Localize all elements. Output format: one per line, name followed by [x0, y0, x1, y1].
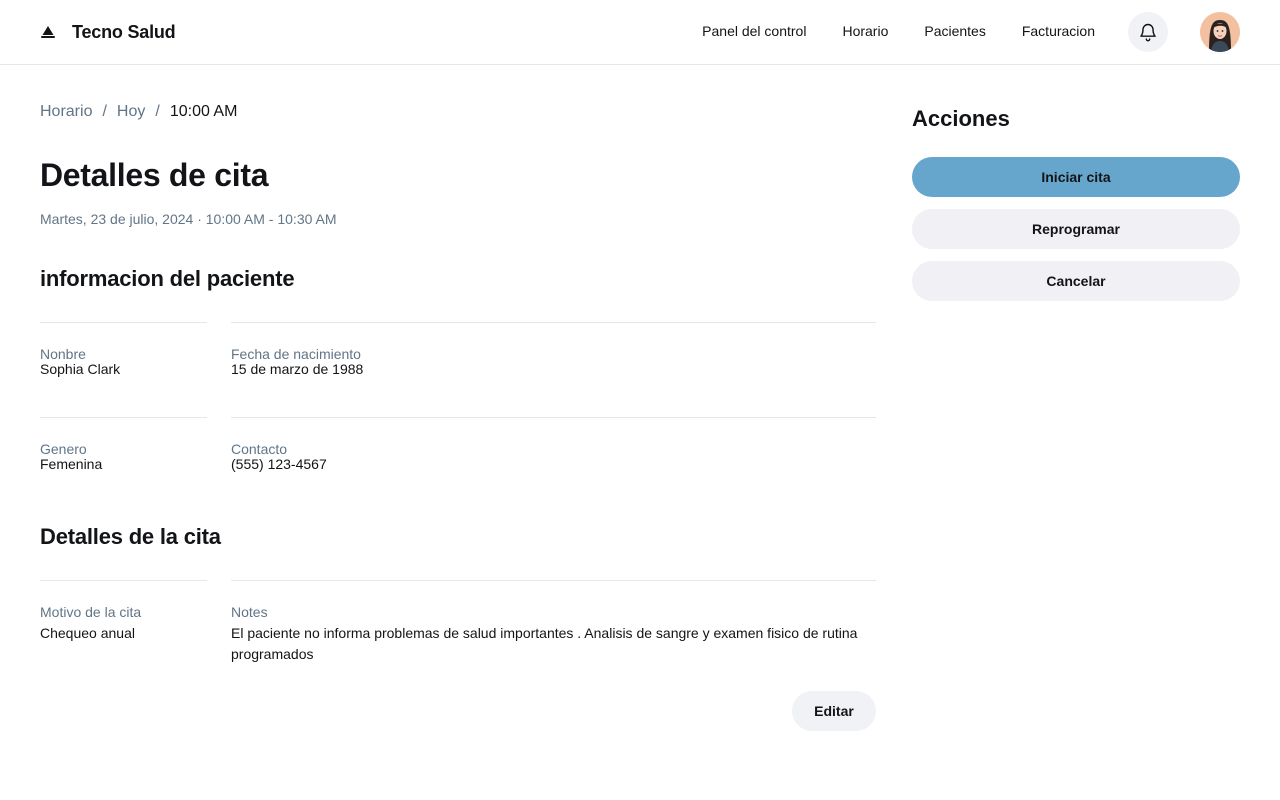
reason-label: Motivo de la cita — [40, 604, 142, 620]
actions-title: Acciones — [912, 106, 1010, 131]
birthdate-value: 15 de marzo de 1988 — [231, 361, 364, 377]
contact-label: Contacto — [231, 441, 288, 457]
gender-label: Genero — [40, 441, 87, 457]
nav-item-panel-del-control[interactable]: Panel del control — [702, 23, 806, 39]
breadcrumb-current: 10:00 AM — [169, 103, 238, 120]
notifications-button[interactable] — [1128, 12, 1168, 52]
bell-icon — [1140, 23, 1156, 42]
notes-value: El paciente no informa problemas de salu… — [231, 625, 858, 662]
brand[interactable]: Tecno Salud — [40, 20, 176, 44]
breadcrumb-separator: / — [102, 103, 107, 120]
reason-value: Chequeo anual — [40, 625, 135, 641]
notes-label: Notes — [231, 604, 268, 620]
brand-name: Tecno Salud — [72, 21, 176, 42]
divider — [40, 580, 207, 581]
gender-value: Femenina — [40, 456, 103, 472]
patient-info-title: informacion del paciente — [40, 266, 295, 291]
divider — [40, 322, 207, 323]
divider — [231, 417, 876, 418]
breadcrumb-horario[interactable]: Horario — [40, 103, 92, 121]
nav-item-facturacion[interactable]: Facturacion — [1022, 23, 1095, 39]
divider — [231, 322, 876, 323]
breadcrumb: Horario / Hoy / 10:00 AM — [40, 103, 237, 121]
breadcrumb-hoy[interactable]: Hoy — [117, 103, 145, 121]
breadcrumb-separator: / — [155, 103, 160, 120]
appointment-details-title: Detalles de la cita — [40, 524, 221, 549]
edit-button[interactable]: Editar — [792, 691, 876, 731]
start-appointment-button[interactable]: Iniciar cita — [912, 157, 1240, 197]
name-value: Sophia Clark — [40, 361, 121, 377]
nav-item-pacientes[interactable]: Pacientes — [924, 23, 985, 39]
page-title: Detalles de cita — [40, 157, 269, 193]
user-avatar[interactable] — [1200, 12, 1240, 52]
avatar-image — [1200, 12, 1240, 52]
birthdate-label: Fecha de nacimiento — [231, 346, 361, 362]
brand-logo-icon — [41, 26, 55, 38]
appointment-datetime: Martes, 23 de julio, 2024 · 10:00 AM - 1… — [40, 211, 337, 227]
name-label: Nonbre — [40, 346, 86, 362]
divider — [231, 580, 876, 581]
cancel-button[interactable]: Cancelar — [912, 261, 1240, 301]
reschedule-button[interactable]: Reprogramar — [912, 209, 1240, 249]
main-nav: Panel del control Horario Pacientes Fact… — [702, 23, 1095, 39]
divider — [40, 417, 207, 418]
contact-value: (555) 123-4567 — [231, 456, 327, 472]
top-navigation-bar: Tecno Salud Panel del control Horario Pa… — [0, 0, 1280, 65]
nav-item-horario[interactable]: Horario — [842, 23, 888, 39]
